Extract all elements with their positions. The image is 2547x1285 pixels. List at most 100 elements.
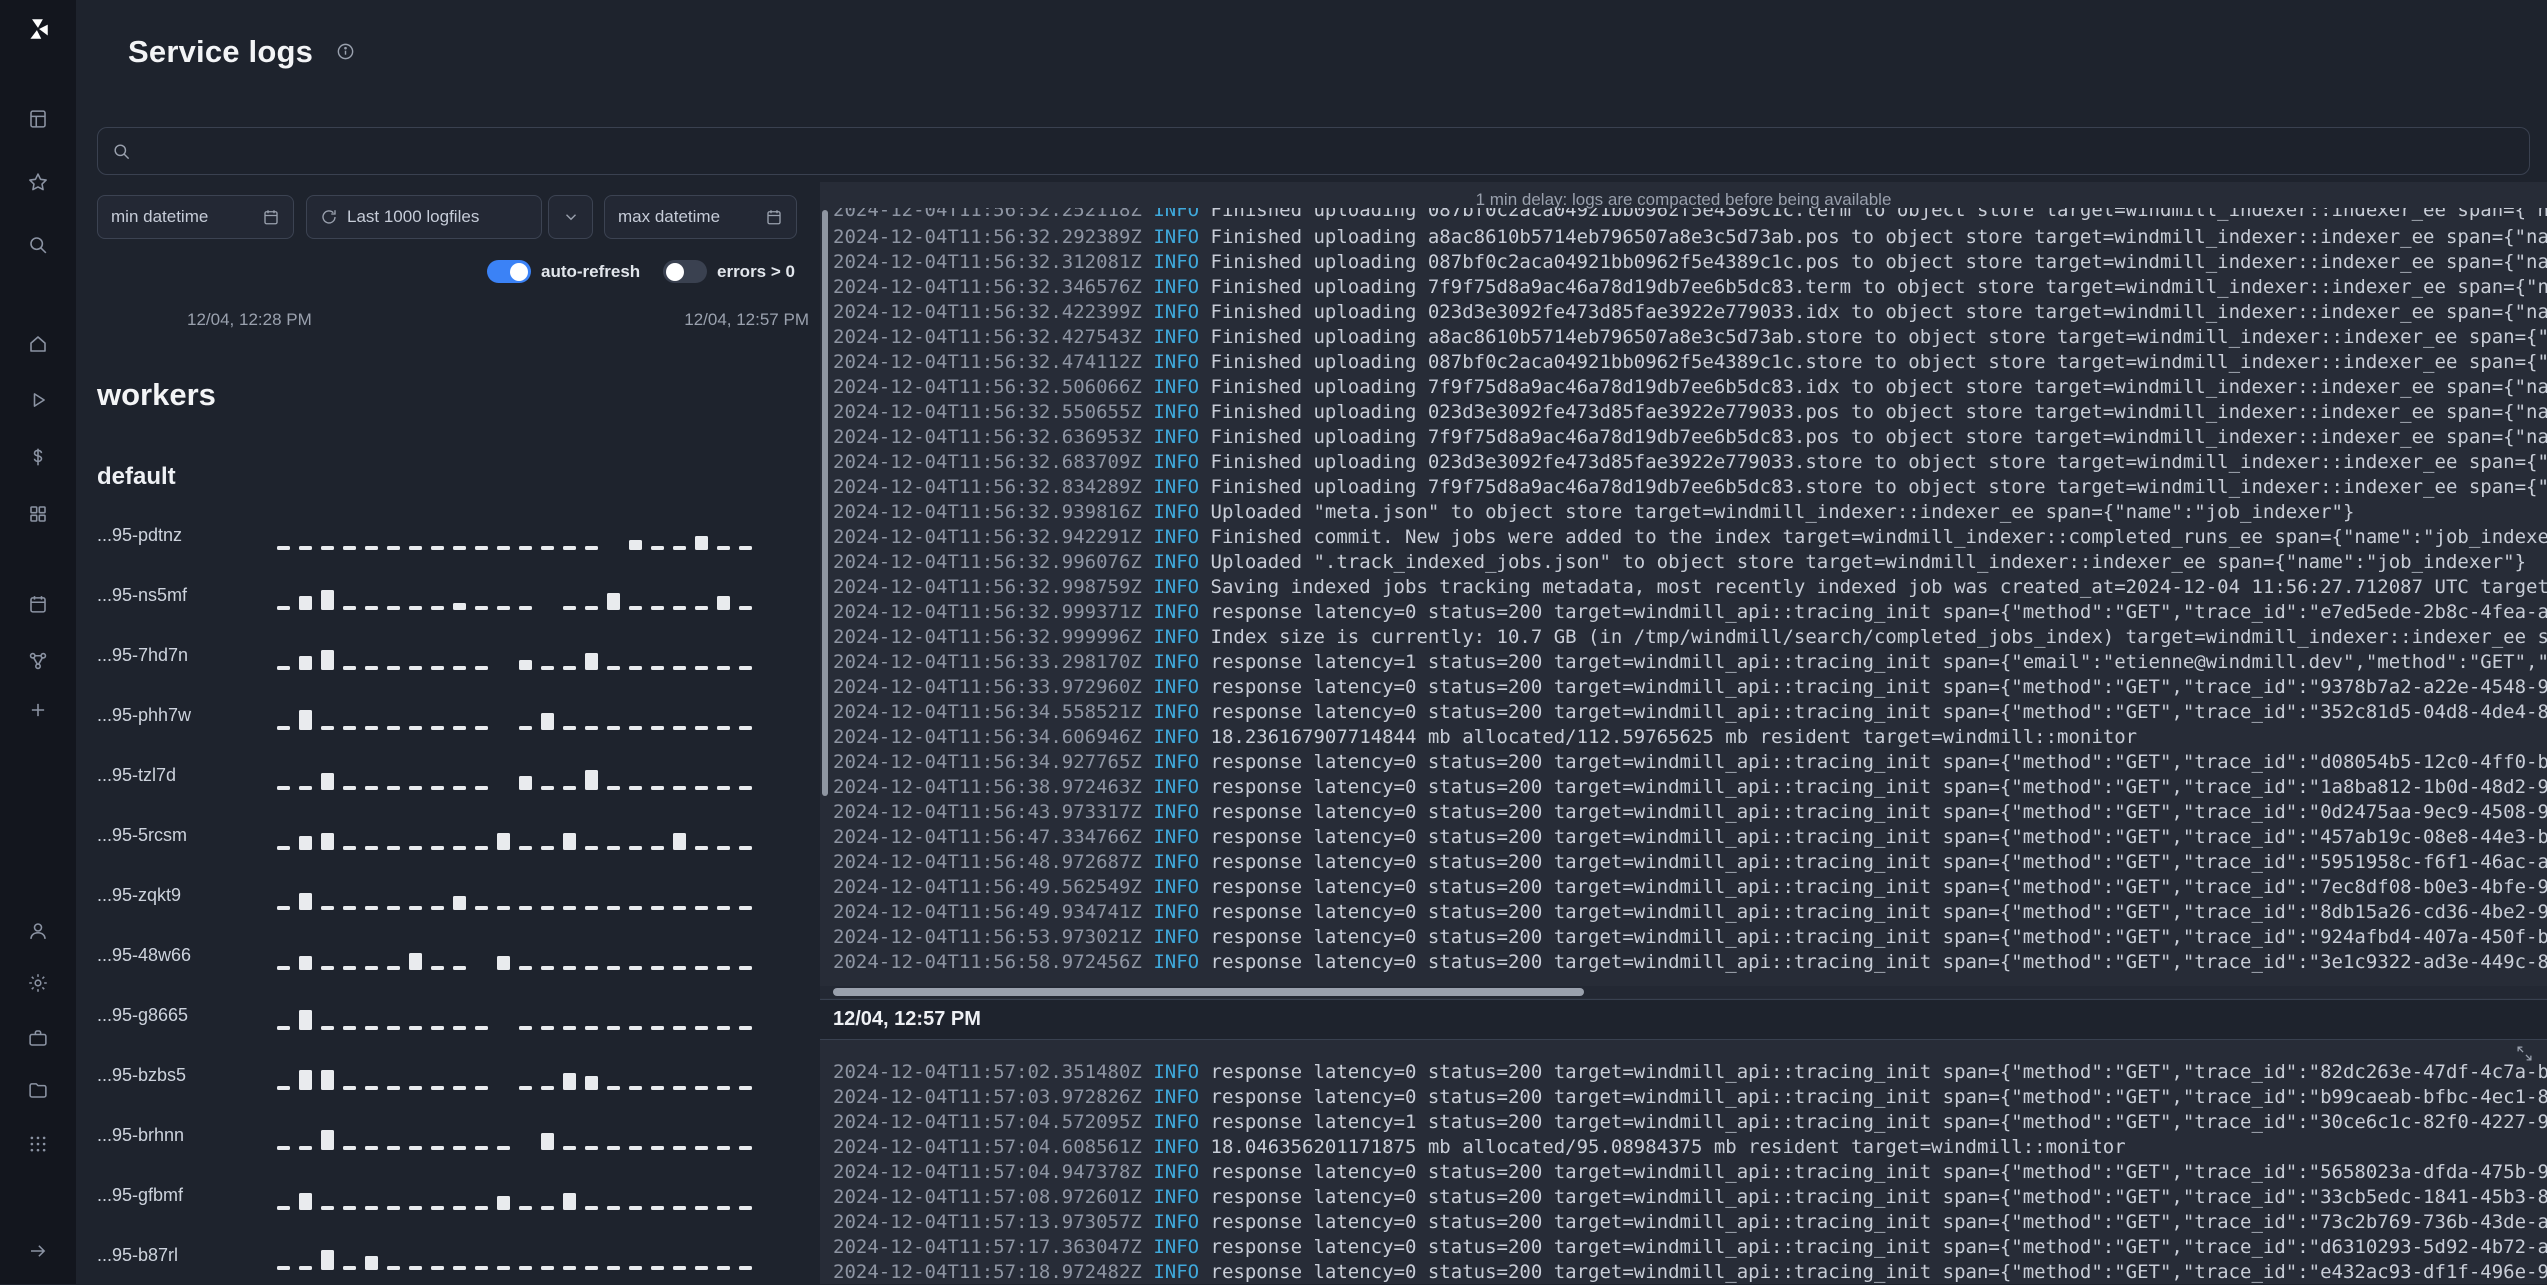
sparkline-bar <box>299 1193 312 1210</box>
add-plus-icon[interactable] <box>28 700 49 721</box>
sparkline-bar <box>409 1086 422 1090</box>
log-line: 2024-12-04T11:56:32.834289Z INFO Finishe… <box>833 475 2547 500</box>
worker-row[interactable]: ...95-gfbmf <box>97 1165 809 1225</box>
sparkline-bar <box>717 726 730 730</box>
sparkline-bar <box>321 1250 334 1270</box>
logfiles-select[interactable]: Last 1000 logfiles <box>306 195 542 239</box>
search-bar <box>97 127 2530 175</box>
log-timestamp: 2024-12-04T11:56:49.562549Z <box>833 876 1142 898</box>
worker-row[interactable]: ...95-pdtnz <box>97 505 809 565</box>
sparkline-bar <box>739 846 752 850</box>
worker-row[interactable]: ...95-phh7w <box>97 685 809 745</box>
worker-activity-sparkline <box>277 580 809 610</box>
sparkline-bar <box>673 666 686 670</box>
flows-graph-icon[interactable] <box>28 651 49 672</box>
sparkline-bar <box>321 966 334 970</box>
log-message: Finished uploading 087bf0c2aca04921bb096… <box>1210 208 2547 221</box>
worker-row[interactable]: ...95-7hd7n <box>97 625 809 685</box>
logfiles-label: Last 1000 logfiles <box>347 207 480 226</box>
sparkline-bar <box>519 659 532 670</box>
log-timestamp: 2024-12-04T11:57:04.947378Z <box>833 1161 1142 1183</box>
workers-heading: workers <box>97 377 216 412</box>
log-timestamp: 2024-12-04T11:56:53.973021Z <box>833 926 1142 948</box>
sparkline-bar <box>541 713 554 730</box>
log-line: 2024-12-04T11:56:32.427543Z INFO Finishe… <box>833 325 2547 350</box>
worker-row[interactable]: ...95-bzbs5 <box>97 1045 809 1105</box>
logfiles-dropdown-button[interactable] <box>548 195 593 239</box>
collapse-arrow-icon[interactable] <box>28 1241 49 1262</box>
sparkline-bar <box>409 606 422 610</box>
log-line: 2024-12-04T11:56:32.999996Z INFO Index s… <box>833 625 2547 650</box>
sparkline-bar <box>673 1206 686 1210</box>
horizontal-scrollbar[interactable] <box>833 988 1584 996</box>
workspace-briefcase-icon[interactable] <box>28 1028 49 1049</box>
settings-gear-icon[interactable] <box>28 973 49 994</box>
sparkline-bar <box>431 1026 444 1030</box>
sparkline-bar <box>563 966 576 970</box>
sparkline-bar <box>695 536 708 550</box>
sparkline-bar <box>717 1206 730 1210</box>
sparkline-bar <box>607 906 620 910</box>
log-message: Finished uploading 087bf0c2aca04921bb096… <box>1210 251 2547 273</box>
worker-row[interactable]: ...95-ns5mf <box>97 565 809 625</box>
sparkline-bar <box>739 546 752 550</box>
variables-dollar-icon[interactable] <box>28 447 49 468</box>
log-timestamp: 2024-12-04T11:56:32.474112Z <box>833 351 1142 373</box>
favorites-star-icon[interactable] <box>28 172 49 193</box>
runs-table-icon[interactable] <box>28 109 49 130</box>
play-icon[interactable] <box>28 390 49 411</box>
schedules-calendar-icon[interactable] <box>28 594 49 615</box>
sparkline-bar <box>673 906 686 910</box>
worker-row[interactable]: ...95-brhnn <box>97 1105 809 1165</box>
sparkline-bar <box>409 906 422 910</box>
sparkline-bar <box>277 546 290 550</box>
auto-refresh-toggle[interactable] <box>487 260 531 283</box>
sparkline-bar <box>585 1076 598 1090</box>
sparkline-bar <box>629 1146 642 1150</box>
errors-toggle[interactable] <box>663 260 707 283</box>
max-datetime-input[interactable]: max datetime <box>604 195 797 239</box>
log-timestamp: 2024-12-04T11:56:34.606946Z <box>833 726 1142 748</box>
worker-row[interactable]: ...95-b87rl <box>97 1225 809 1285</box>
worker-row[interactable]: ...95-g8665 <box>97 985 809 1045</box>
log-timestamp: 2024-12-04T11:56:48.972687Z <box>833 851 1142 873</box>
info-icon[interactable] <box>336 42 355 66</box>
sparkline-bar <box>453 546 466 550</box>
sparkline-bar <box>629 1086 642 1090</box>
resources-icon[interactable] <box>28 504 49 525</box>
windmill-logo[interactable] <box>25 16 51 42</box>
sparkline-bar <box>321 1026 334 1030</box>
sparkline-bar <box>739 1266 752 1270</box>
sparkline-bar <box>475 666 488 670</box>
home-icon[interactable] <box>28 334 49 355</box>
log-level: INFO <box>1153 901 1200 923</box>
sparkline-bar <box>431 1146 444 1150</box>
worker-row[interactable]: ...95-5rcsm <box>97 805 809 865</box>
page-title: Service logs <box>128 34 314 69</box>
vertical-scrollbar[interactable] <box>822 210 828 796</box>
user-icon[interactable] <box>28 921 49 942</box>
worker-activity-sparkline <box>277 1180 809 1210</box>
log-level: INFO <box>1153 576 1200 598</box>
sparkline-bar <box>651 1146 664 1150</box>
search-icon[interactable] <box>28 235 49 256</box>
sparkline-bar <box>453 1266 466 1270</box>
sparkline-bar <box>475 1206 488 1210</box>
folders-icon[interactable] <box>28 1080 49 1101</box>
sparkline-bar <box>563 1073 576 1090</box>
min-datetime-input[interactable]: min datetime <box>97 195 294 239</box>
sparkline-bar <box>409 953 422 970</box>
sparkline-bar <box>409 726 422 730</box>
worker-row[interactable]: ...95-tzl7d <box>97 745 809 805</box>
log-level: INFO <box>1153 926 1200 948</box>
apps-grid-icon[interactable] <box>28 1134 49 1155</box>
sparkline-bar <box>475 846 488 850</box>
sparkline-bar <box>277 666 290 670</box>
worker-row[interactable]: ...95-zqkt9 <box>97 865 809 925</box>
chevron-down-icon <box>562 208 580 226</box>
sparkline-bar <box>607 1146 620 1150</box>
worker-activity-sparkline <box>277 1240 809 1270</box>
search-input[interactable] <box>141 140 2515 162</box>
worker-row[interactable]: ...95-48w66 <box>97 925 809 985</box>
sparkline-bar <box>299 710 312 730</box>
